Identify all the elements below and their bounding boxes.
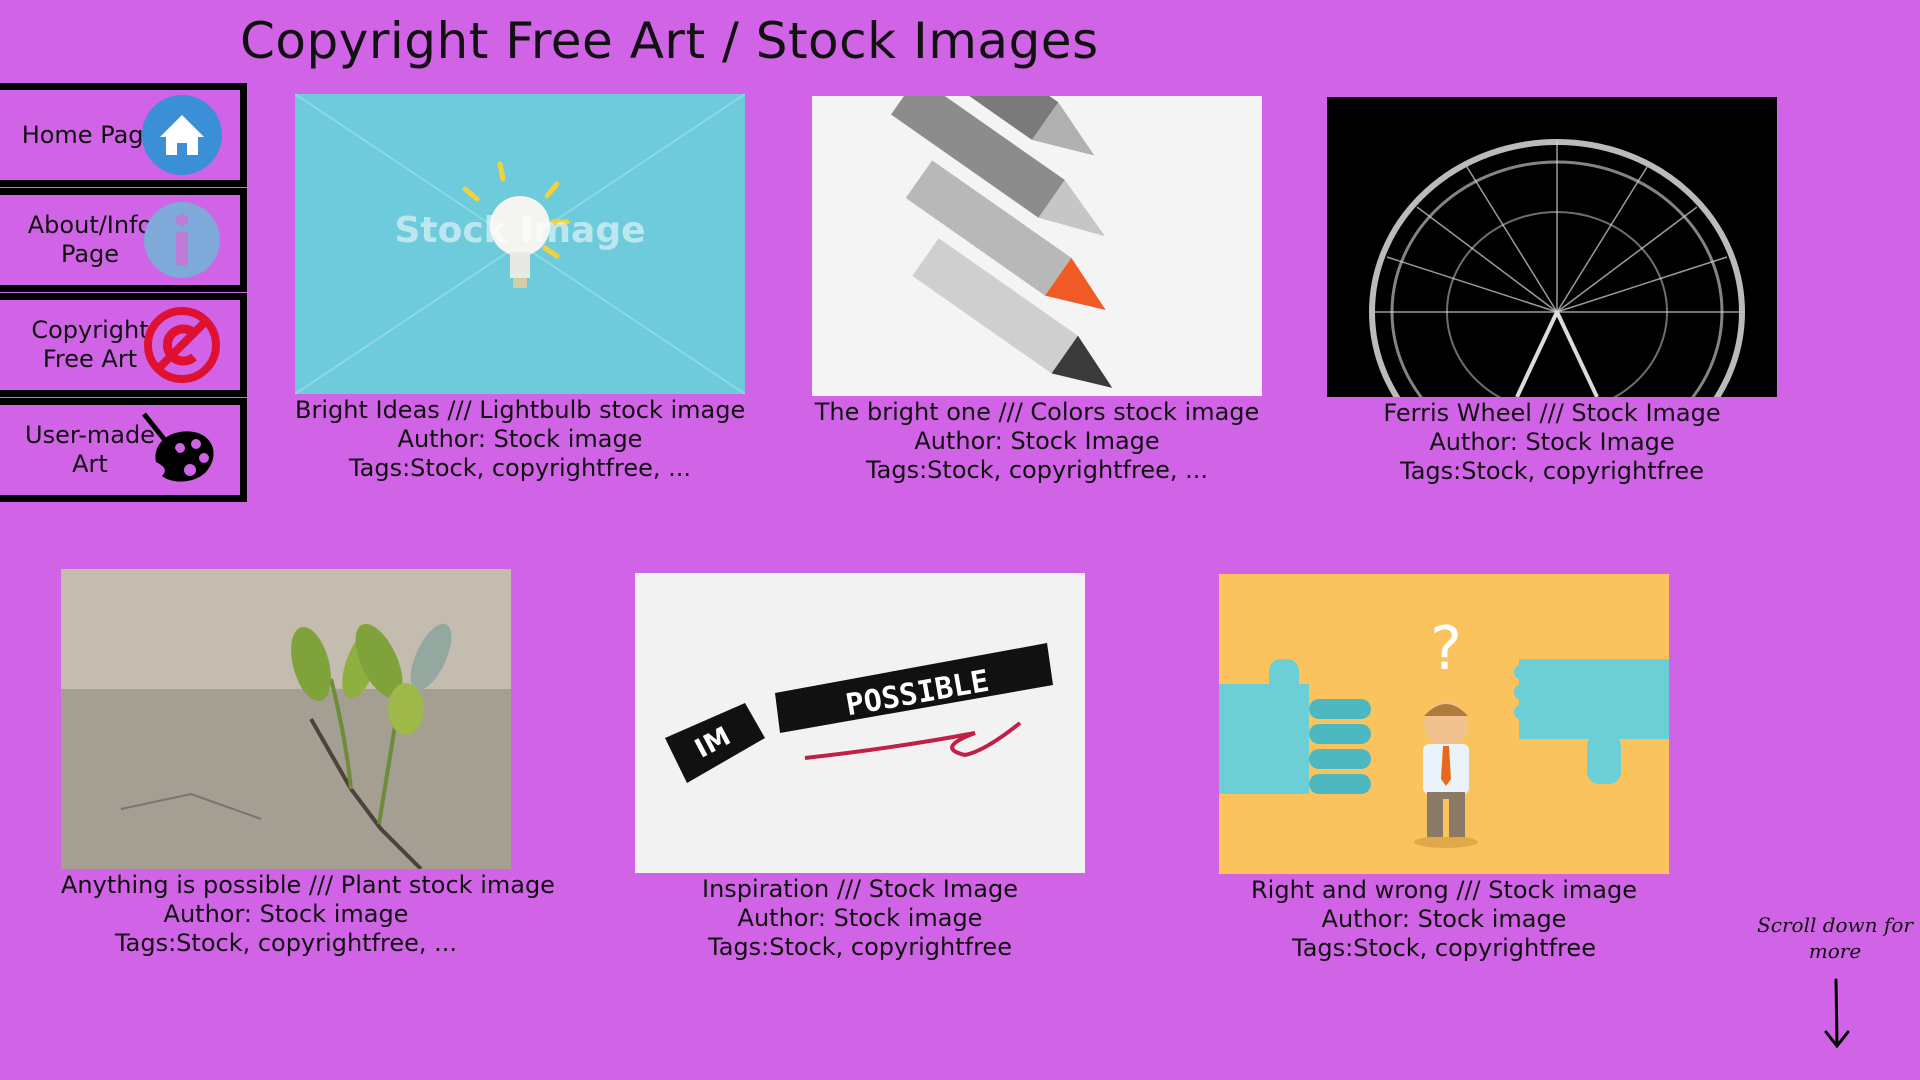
image-author: Author: Stock image bbox=[737, 904, 983, 932]
arrow-down-icon bbox=[1824, 978, 1850, 1049]
image-author: Author: Stock image bbox=[397, 425, 643, 453]
image-title: Inspiration /// Stock Image bbox=[702, 875, 1018, 903]
image-caption: The bright one /// Colors stock image Au… bbox=[812, 398, 1262, 485]
palette-icon bbox=[142, 412, 214, 482]
gallery-item-right-wrong[interactable]: ? Right and wrong /// Stock image Author… bbox=[1219, 574, 1669, 963]
gallery-item-inspiration[interactable]: IM POSSIBLE Inspiration /// Stock Image … bbox=[635, 573, 1085, 962]
image-title: The bright one /// Colors stock image bbox=[814, 398, 1260, 426]
image-title: Anything is possible /// Plant stock ima… bbox=[61, 871, 555, 899]
image-tags: Tags:Stock, copyrightfree, ... bbox=[865, 456, 1209, 484]
image-text: ? bbox=[1430, 614, 1462, 684]
sidebar-item-label: User-made Art bbox=[25, 421, 155, 478]
sidebar-item-label: Home Page bbox=[21, 120, 159, 149]
image-caption: Bright Ideas /// Lightbulb stock image A… bbox=[295, 396, 745, 483]
sidebar-item-about[interactable]: About/Info Page bbox=[0, 188, 247, 292]
ferris-wheel-image[interactable] bbox=[1327, 97, 1777, 397]
sidebar-item-user-art[interactable]: User-made Art bbox=[0, 398, 247, 502]
right-wrong-image[interactable]: ? bbox=[1219, 574, 1669, 874]
lightbulb-image[interactable]: Stock Image bbox=[295, 94, 745, 394]
info-icon bbox=[144, 202, 220, 278]
gallery-item-bright-one[interactable]: The bright one /// Colors stock image Au… bbox=[812, 96, 1262, 485]
image-tags: Tags:Stock, copyrightfree bbox=[708, 933, 1012, 961]
image-title: Right and wrong /// Stock image bbox=[1250, 876, 1638, 904]
page-title: Copyright Free Art / Stock Images bbox=[240, 12, 1099, 70]
image-tags: Tags:Stock, copyrightfree, ... bbox=[348, 454, 692, 482]
image-tags: Tags:Stock, copyrightfree bbox=[1292, 934, 1596, 962]
gallery-item-anything-possible[interactable]: Anything is possible /// Plant stock ima… bbox=[61, 569, 555, 958]
copyright-free-icon bbox=[144, 307, 220, 383]
image-author: Author: Stock image bbox=[163, 900, 409, 928]
sidebar-item-home[interactable]: Home Page bbox=[0, 83, 247, 187]
image-tags: Tags:Stock, copyrightfree bbox=[1400, 457, 1704, 485]
image-caption: Inspiration /// Stock Image Author: Stoc… bbox=[635, 875, 1085, 962]
watermark-text: Stock Image bbox=[394, 210, 645, 251]
sidebar-item-copyright-free[interactable]: Copyright Free Art bbox=[0, 293, 247, 397]
image-caption: Right and wrong /// Stock image Author: … bbox=[1219, 876, 1669, 963]
image-title: Bright Ideas /// Lightbulb stock image bbox=[295, 396, 746, 424]
gallery-item-bright-ideas[interactable]: Stock Image Bright Ideas /// Lightbulb s… bbox=[295, 94, 745, 483]
plant-image[interactable] bbox=[61, 569, 511, 869]
pencils-image[interactable] bbox=[812, 96, 1262, 396]
gallery-item-ferris-wheel[interactable]: Ferris Wheel /// Stock Image Author: Sto… bbox=[1327, 97, 1777, 486]
image-author: Author: Stock image bbox=[1321, 905, 1567, 933]
image-caption: Anything is possible /// Plant stock ima… bbox=[61, 871, 555, 958]
image-title: Ferris Wheel /// Stock Image bbox=[1383, 399, 1721, 427]
scroll-hint: Scroll down for more bbox=[1757, 913, 1913, 963]
sidebar-item-label: About/Info Page bbox=[27, 211, 153, 268]
image-author: Author: Stock Image bbox=[1429, 428, 1675, 456]
image-caption: Ferris Wheel /// Stock Image Author: Sto… bbox=[1327, 399, 1777, 486]
home-icon bbox=[142, 95, 222, 175]
impossible-image[interactable]: IM POSSIBLE bbox=[635, 573, 1085, 873]
sidebar-item-label: Copyright Free Art bbox=[31, 316, 149, 373]
image-author: Author: Stock Image bbox=[914, 427, 1160, 455]
image-tags: Tags:Stock, copyrightfree, ... bbox=[114, 929, 458, 957]
